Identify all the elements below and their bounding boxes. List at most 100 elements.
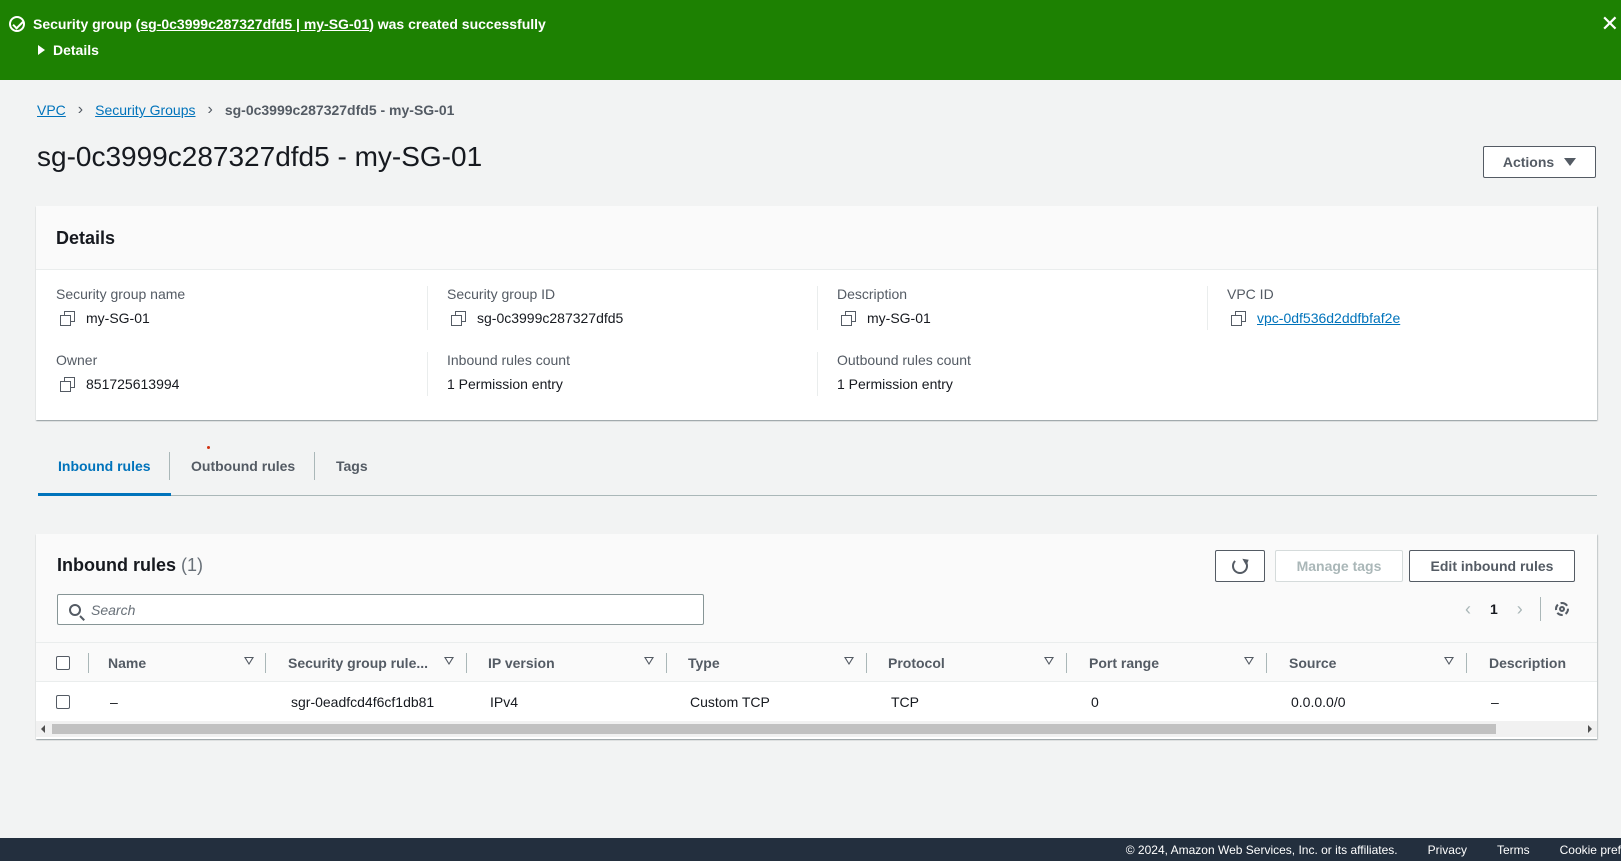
- field-label: VPC ID: [1227, 286, 1274, 302]
- flash-message-suffix: ) was created successfully: [369, 16, 546, 32]
- tab-inbound-rules[interactable]: Inbound rules: [38, 446, 171, 496]
- sort-icon[interactable]: [644, 657, 654, 665]
- breadcrumb-vpc[interactable]: VPC: [37, 102, 66, 118]
- actions-label: Actions: [1502, 154, 1555, 170]
- copy-icon[interactable]: [451, 311, 466, 326]
- column-divider: [466, 653, 467, 673]
- tab-outbound-rules[interactable]: Outbound rules: [171, 446, 315, 496]
- divider: [1207, 286, 1208, 330]
- copy-icon[interactable]: [1231, 311, 1246, 326]
- tab-tags[interactable]: Tags: [316, 446, 388, 496]
- rules-count: (1): [181, 555, 204, 575]
- flash-message: Security group (sg-0c3999c287327dfd5 | m…: [33, 16, 546, 32]
- chevron-right-icon: ›: [207, 101, 213, 118]
- sort-icon[interactable]: [1044, 657, 1054, 665]
- chevron-left-icon[interactable]: ‹: [1460, 599, 1476, 620]
- vpc-id-link[interactable]: vpc-0df536d2ddfbfaf2e: [1257, 310, 1400, 326]
- column-divider: [88, 653, 89, 673]
- column-header-name[interactable]: Name: [108, 643, 146, 683]
- select-all-checkbox[interactable]: [56, 656, 70, 670]
- column-divider: [1066, 653, 1067, 673]
- edit-inbound-rules-button[interactable]: Edit inbound rules: [1409, 550, 1575, 582]
- inbound-rules-panel: Inbound rules (1) Manage tags Edit inbou…: [36, 534, 1597, 739]
- field-security-group-id: Security group ID sg-0c3999c287327dfd5: [447, 286, 623, 326]
- field-value: my-SG-01: [86, 310, 150, 326]
- tab-divider: [169, 452, 170, 480]
- scroll-left-icon[interactable]: [41, 725, 45, 733]
- footer-cookie-preferences-link[interactable]: Cookie pref: [1560, 843, 1621, 857]
- footer-copyright: © 2024, Amazon Web Services, Inc. or its…: [1125, 842, 1398, 857]
- breadcrumb-current: sg-0c3999c287327dfd5 - my-SG-01: [224, 102, 455, 118]
- actions-button[interactable]: Actions: [1483, 146, 1596, 178]
- success-check-icon: [9, 16, 25, 32]
- column-header-source[interactable]: Source: [1289, 643, 1336, 683]
- field-vpc-id: VPC ID vpc-0df536d2ddfbfaf2e: [1227, 286, 1400, 326]
- pager-divider: [1539, 597, 1541, 621]
- chevron-right-icon[interactable]: ›: [1512, 599, 1528, 620]
- search-icon: [69, 603, 81, 616]
- scroll-right-icon[interactable]: [1588, 725, 1592, 733]
- cell-port-range: 0: [1091, 694, 1099, 710]
- table-header: Name Security group rule... IP version T…: [36, 642, 1597, 682]
- flash-details-toggle[interactable]: Details: [38, 42, 99, 58]
- divider: [427, 352, 428, 396]
- sort-icon[interactable]: [1244, 657, 1254, 665]
- flash-security-group-link[interactable]: sg-0c3999c287327dfd5 | my-SG-01: [140, 16, 369, 32]
- page-title: sg-0c3999c287327dfd5 - my-SG-01: [37, 141, 483, 172]
- field-value: 1 Permission entry: [447, 376, 563, 392]
- cell-description: –: [1491, 694, 1499, 710]
- horizontal-scrollbar[interactable]: [36, 721, 1597, 737]
- divider: [427, 286, 428, 330]
- pagination: ‹ 1 ›: [1460, 597, 1571, 621]
- divider: [817, 352, 818, 396]
- flash-message-prefix: Security group (: [33, 16, 141, 32]
- table-row[interactable]: – sgr-0eadfcd4f6cf1db81 IPv4 Custom TCP …: [36, 682, 1597, 722]
- gear-icon[interactable]: [1553, 600, 1571, 618]
- column-header-port-range[interactable]: Port range: [1089, 643, 1159, 683]
- field-label: Security group ID: [447, 286, 556, 302]
- breadcrumb-security-groups[interactable]: Security Groups: [95, 102, 195, 118]
- field-value: 1 Permission entry: [837, 376, 953, 392]
- close-icon[interactable]: ✕: [1601, 10, 1619, 38]
- rules-title: Inbound rules (1): [57, 555, 203, 576]
- copy-icon[interactable]: [60, 377, 75, 392]
- refresh-button[interactable]: [1215, 550, 1265, 582]
- sort-icon[interactable]: [444, 657, 454, 665]
- footer-privacy-link[interactable]: Privacy: [1428, 843, 1467, 857]
- column-divider: [666, 653, 667, 673]
- page-number[interactable]: 1: [1490, 601, 1498, 617]
- chevron-right-icon: ›: [77, 101, 84, 118]
- field-owner: Owner 851725613994: [56, 352, 179, 392]
- field-description: Description my-SG-01: [837, 286, 931, 326]
- column-header-protocol[interactable]: Protocol: [888, 643, 945, 683]
- footer-terms-link[interactable]: Terms: [1497, 843, 1530, 857]
- scrollbar-thumb[interactable]: [52, 724, 1496, 734]
- field-value: sg-0c3999c287327dfd5: [477, 310, 624, 326]
- field-label: Owner: [56, 352, 98, 368]
- column-header-description[interactable]: Description: [1489, 643, 1566, 683]
- field-outbound-rules-count: Outbound rules count 1 Permission entry: [837, 352, 971, 392]
- copy-icon[interactable]: [60, 311, 75, 326]
- manage-tags-button[interactable]: Manage tags: [1275, 550, 1403, 582]
- breadcrumb: VPC › Security Groups › sg-0c3999c287327…: [37, 101, 454, 119]
- caret-down-icon: [1564, 158, 1577, 166]
- sort-icon[interactable]: [844, 657, 854, 665]
- cell-protocol: TCP: [891, 694, 919, 710]
- column-divider: [1266, 653, 1267, 673]
- sort-icon[interactable]: [244, 657, 254, 665]
- copy-icon[interactable]: [841, 311, 856, 326]
- column-header-rule-id[interactable]: Security group rule...: [288, 643, 428, 683]
- column-header-type[interactable]: Type: [688, 643, 720, 683]
- success-flashbar: Security group (sg-0c3999c287327dfd5 | m…: [0, 0, 1621, 80]
- field-security-group-name: Security group name my-SG-01: [56, 286, 185, 326]
- cell-source: 0.0.0.0/0: [1291, 694, 1346, 710]
- rules-title-label: Inbound rules: [57, 555, 176, 575]
- row-checkbox[interactable]: [56, 695, 70, 709]
- field-inbound-rules-count: Inbound rules count 1 Permission entry: [447, 352, 570, 392]
- field-label: Outbound rules count: [837, 352, 971, 368]
- flash-details-label: Details: [53, 42, 99, 58]
- search-input[interactable]: [91, 601, 671, 618]
- sort-icon[interactable]: [1444, 657, 1454, 665]
- cell-rule-id: sgr-0eadfcd4f6cf1db81: [291, 694, 435, 710]
- column-header-ip-version[interactable]: IP version: [488, 643, 555, 683]
